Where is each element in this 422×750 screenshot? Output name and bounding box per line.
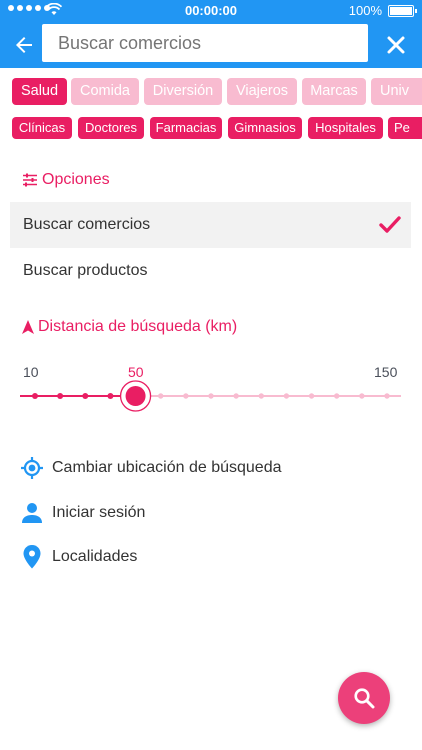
chip-marcas[interactable]: Marcas bbox=[302, 78, 366, 105]
chip-viajeros[interactable]: Viajeros bbox=[227, 78, 297, 105]
category-chips: Salud Comida Diversión Viajeros Marcas U… bbox=[0, 78, 422, 105]
battery-icon bbox=[388, 5, 417, 17]
chip-partial[interactable]: Pe bbox=[388, 117, 422, 139]
slider-tick bbox=[308, 393, 315, 399]
option-buscar-productos[interactable]: Buscar productos bbox=[10, 248, 411, 294]
search-box[interactable] bbox=[42, 24, 368, 62]
chip-universidades[interactable]: Univ bbox=[371, 78, 422, 105]
change-location-label: Cambiar ubicación de búsqueda bbox=[52, 459, 282, 476]
clear-button[interactable] bbox=[382, 31, 410, 59]
slider-thumb[interactable] bbox=[125, 386, 146, 406]
close-icon bbox=[387, 36, 405, 54]
localities-label: Localidades bbox=[52, 548, 138, 565]
localities-button[interactable]: Localidades bbox=[20, 542, 137, 572]
search-icon bbox=[354, 688, 375, 709]
battery-percentage: 100% bbox=[348, 3, 382, 18]
options-title: Opciones bbox=[42, 171, 110, 188]
chip-clinicas[interactable]: Clínicas bbox=[12, 117, 72, 139]
slider-tick bbox=[233, 393, 239, 399]
change-location-button[interactable]: Cambiar ubicación de búsqueda bbox=[20, 453, 281, 483]
login-button[interactable]: Iniciar sesión bbox=[20, 498, 145, 528]
search-fab-button[interactable] bbox=[338, 672, 390, 724]
distance-title: Distancia de búsqueda (km) bbox=[38, 318, 238, 335]
location-pin-icon bbox=[23, 545, 41, 569]
chip-diversion[interactable]: Diversión bbox=[144, 78, 222, 105]
navigation-arrow-icon bbox=[22, 320, 34, 334]
subcategory-chips: Clínicas Doctores Farmacias Gimnasios Ho… bbox=[0, 117, 422, 139]
slider-tick bbox=[107, 393, 114, 399]
slider-tick bbox=[283, 393, 290, 399]
distance-header: Distancia de búsqueda (km) bbox=[22, 318, 237, 336]
slider-tick bbox=[57, 393, 64, 399]
slider-tick bbox=[384, 393, 390, 399]
back-arrow-icon bbox=[16, 37, 32, 53]
options-header: Opciones bbox=[22, 171, 110, 189]
slider-tick bbox=[183, 393, 189, 399]
slider-tick bbox=[208, 393, 214, 399]
chip-farmacias[interactable]: Farmacias bbox=[150, 117, 222, 139]
slider-tick bbox=[258, 393, 264, 399]
slider-tick bbox=[82, 393, 89, 399]
option-label: Buscar comercios bbox=[23, 216, 151, 233]
slider-tick bbox=[359, 393, 365, 399]
chip-salud[interactable]: Salud bbox=[12, 78, 67, 105]
tune-icon bbox=[23, 173, 37, 187]
chip-doctores[interactable]: Doctores bbox=[78, 117, 144, 139]
chip-comida[interactable]: Comida bbox=[71, 78, 139, 105]
gps-target-icon bbox=[21, 457, 43, 479]
slider-tick bbox=[32, 393, 38, 399]
person-icon bbox=[22, 503, 42, 523]
back-button[interactable] bbox=[8, 29, 40, 61]
login-label: Iniciar sesión bbox=[52, 504, 146, 521]
option-label: Buscar productos bbox=[23, 262, 148, 279]
search-header bbox=[0, 22, 422, 68]
slider-current-label: 50 bbox=[128, 364, 144, 380]
chip-gimnasios[interactable]: Gimnasios bbox=[228, 117, 302, 139]
distance-slider[interactable] bbox=[20, 380, 401, 412]
option-buscar-comercios[interactable]: Buscar comercios bbox=[10, 202, 411, 248]
chip-hospitales[interactable]: Hospitales bbox=[308, 117, 383, 139]
slider-max-label: 150 bbox=[374, 364, 398, 380]
search-input[interactable] bbox=[58, 32, 368, 54]
slider-tick bbox=[158, 393, 164, 399]
slider-tick bbox=[334, 393, 340, 399]
slider-min-label: 10 bbox=[23, 364, 39, 380]
status-bar: 00:00:00 100% bbox=[0, 0, 422, 22]
check-icon bbox=[379, 216, 401, 233]
